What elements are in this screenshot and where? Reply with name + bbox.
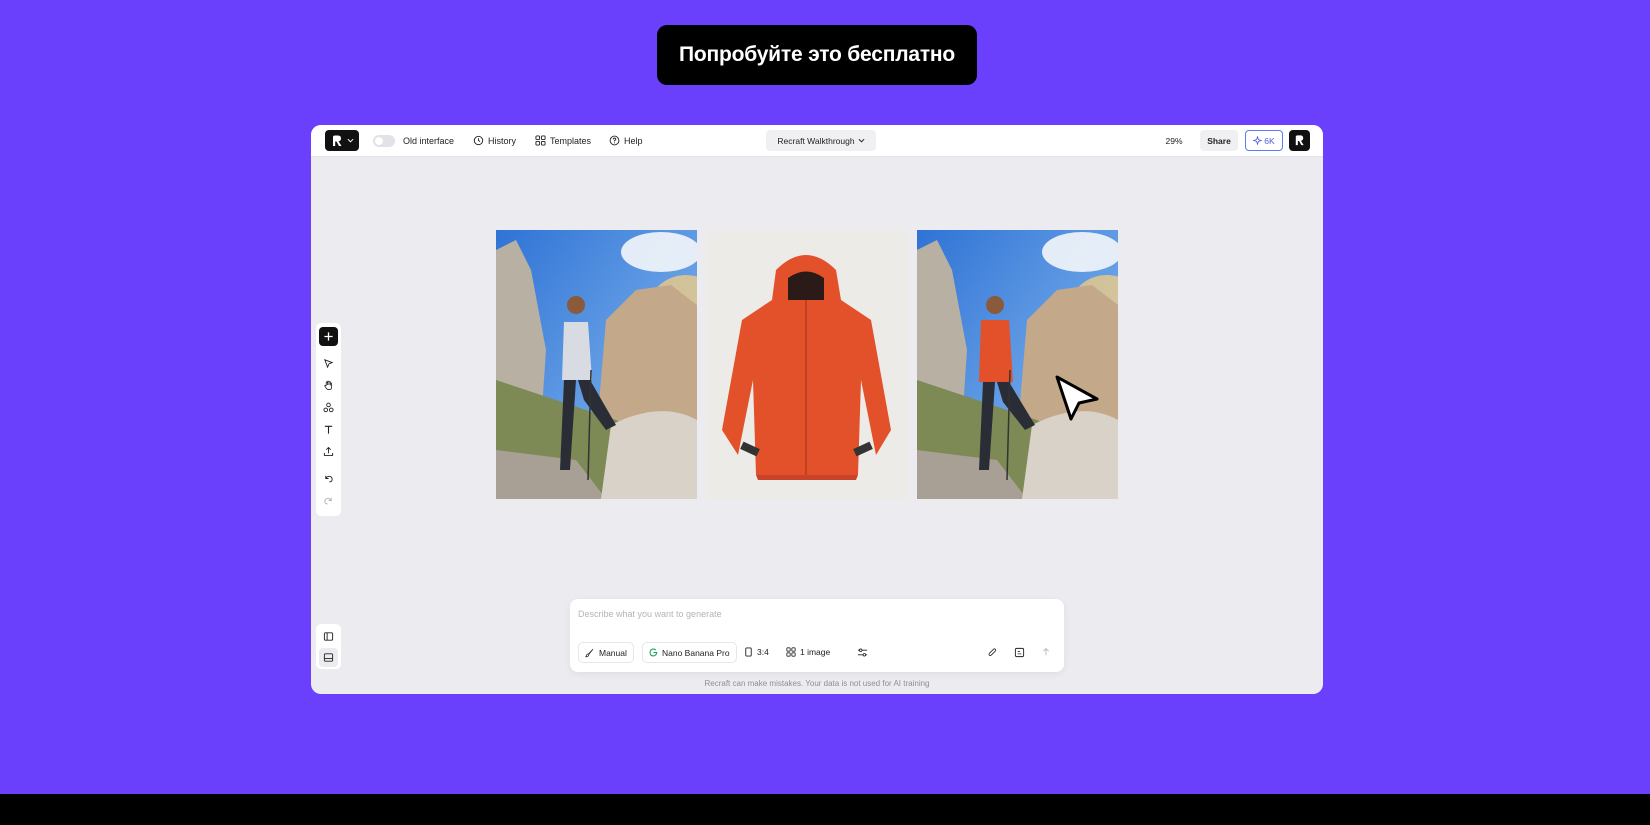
toggle-bottom-panel-button[interactable] xyxy=(319,648,338,667)
chevron-down-icon xyxy=(347,138,354,143)
select-cursor-icon xyxy=(324,359,334,369)
mode-selector[interactable]: Manual xyxy=(578,642,634,663)
project-name: Recraft Walkthrough xyxy=(777,135,855,146)
model-selector[interactable]: Nano Banana Pro xyxy=(642,642,737,663)
settings-button[interactable] xyxy=(853,643,871,661)
mode-label: Manual xyxy=(599,647,627,658)
templates-label: Templates xyxy=(550,135,592,146)
logo-menu-button[interactable] xyxy=(325,130,359,151)
orange-jacket-image xyxy=(706,230,907,499)
brush-icon xyxy=(585,648,594,657)
aspect-ratio-icon xyxy=(745,646,752,657)
recraft-logo-icon xyxy=(333,135,342,146)
text-tool[interactable] xyxy=(319,420,338,439)
mouse-cursor-icon xyxy=(1055,375,1099,421)
templates-grid-icon xyxy=(535,135,546,146)
submit-button[interactable] xyxy=(1037,643,1055,661)
model-label: Nano Banana Pro xyxy=(662,647,730,658)
history-label: History xyxy=(488,135,517,146)
sidebar-panel-icon xyxy=(323,632,334,641)
help-label: Help xyxy=(624,135,643,146)
google-icon xyxy=(649,648,658,657)
upload-tool[interactable] xyxy=(319,442,338,461)
old-interface-label: Old interface xyxy=(403,135,455,146)
chevron-down-icon xyxy=(858,138,865,143)
shapes-tool[interactable] xyxy=(319,398,338,417)
image-count-label: 1 image xyxy=(800,646,831,657)
aspect-ratio-label: 3:4 xyxy=(757,646,769,657)
ai-disclaimer: Recraft can make mistakes. Your data is … xyxy=(704,679,930,688)
bottom-panel-icon xyxy=(323,653,334,662)
templates-button[interactable]: Templates xyxy=(535,125,591,156)
canvas-image-hiker-orange[interactable] xyxy=(917,230,1118,499)
history-button[interactable]: History xyxy=(473,125,516,156)
help-icon xyxy=(609,135,620,146)
attach-button[interactable] xyxy=(983,643,1001,661)
text-icon xyxy=(324,425,333,434)
upload-icon xyxy=(323,446,334,456)
hand-tool[interactable] xyxy=(319,376,338,395)
undo-button[interactable] xyxy=(319,469,338,488)
history-icon xyxy=(473,135,484,146)
zoom-level[interactable]: 29% xyxy=(1156,130,1192,151)
help-button[interactable]: Help xyxy=(609,125,643,156)
app-window: Old interface History Templates Help Rec… xyxy=(311,125,1323,694)
user-avatar[interactable] xyxy=(1289,130,1310,151)
toggle-sidebar-button[interactable] xyxy=(319,627,338,646)
prompt-input[interactable] xyxy=(576,605,1050,623)
hand-icon xyxy=(324,380,333,391)
redo-button[interactable] xyxy=(319,491,338,510)
image-grid-icon xyxy=(786,646,796,657)
sliders-icon xyxy=(857,648,867,656)
project-selector[interactable]: Recraft Walkthrough xyxy=(766,130,876,151)
image-reference-icon xyxy=(1014,647,1024,657)
left-toolbar xyxy=(316,323,341,516)
top-bar: Old interface History Templates Help Rec… xyxy=(311,125,1323,157)
canvas-image-hiker-grey[interactable] xyxy=(496,230,697,499)
style-reference-button[interactable] xyxy=(1010,643,1028,661)
toggle-switch[interactable] xyxy=(373,134,395,147)
arrow-up-icon xyxy=(1043,647,1049,656)
view-toolbar xyxy=(316,624,341,669)
hiker-grey-jacket-image xyxy=(496,230,697,499)
try-free-button[interactable]: Попробуйте это бесплатно xyxy=(657,25,977,85)
canvas-image-jacket[interactable] xyxy=(706,230,907,499)
credits-count: 6K xyxy=(1264,135,1275,146)
add-button[interactable] xyxy=(319,327,338,346)
aspect-ratio-selector[interactable]: 3:4 xyxy=(738,642,775,661)
add-icon xyxy=(324,332,333,341)
image-count-selector[interactable]: 1 image xyxy=(780,642,836,661)
credits-button[interactable]: 6K xyxy=(1245,130,1283,151)
old-interface-toggle[interactable]: Old interface xyxy=(373,125,454,156)
undo-icon xyxy=(325,475,333,483)
shapes-icon xyxy=(323,402,334,413)
recraft-logo-icon xyxy=(1295,135,1304,146)
share-button[interactable]: Share xyxy=(1200,130,1238,151)
redo-icon xyxy=(324,497,332,505)
sparkle-icon xyxy=(1253,136,1263,145)
paperclip-icon xyxy=(988,647,996,656)
bottom-bar xyxy=(0,794,1650,825)
hiker-orange-jacket-image xyxy=(917,230,1118,499)
prompt-box: Manual Nano Banana Pro 3:4 1 image xyxy=(570,599,1064,672)
select-tool[interactable] xyxy=(319,354,338,373)
